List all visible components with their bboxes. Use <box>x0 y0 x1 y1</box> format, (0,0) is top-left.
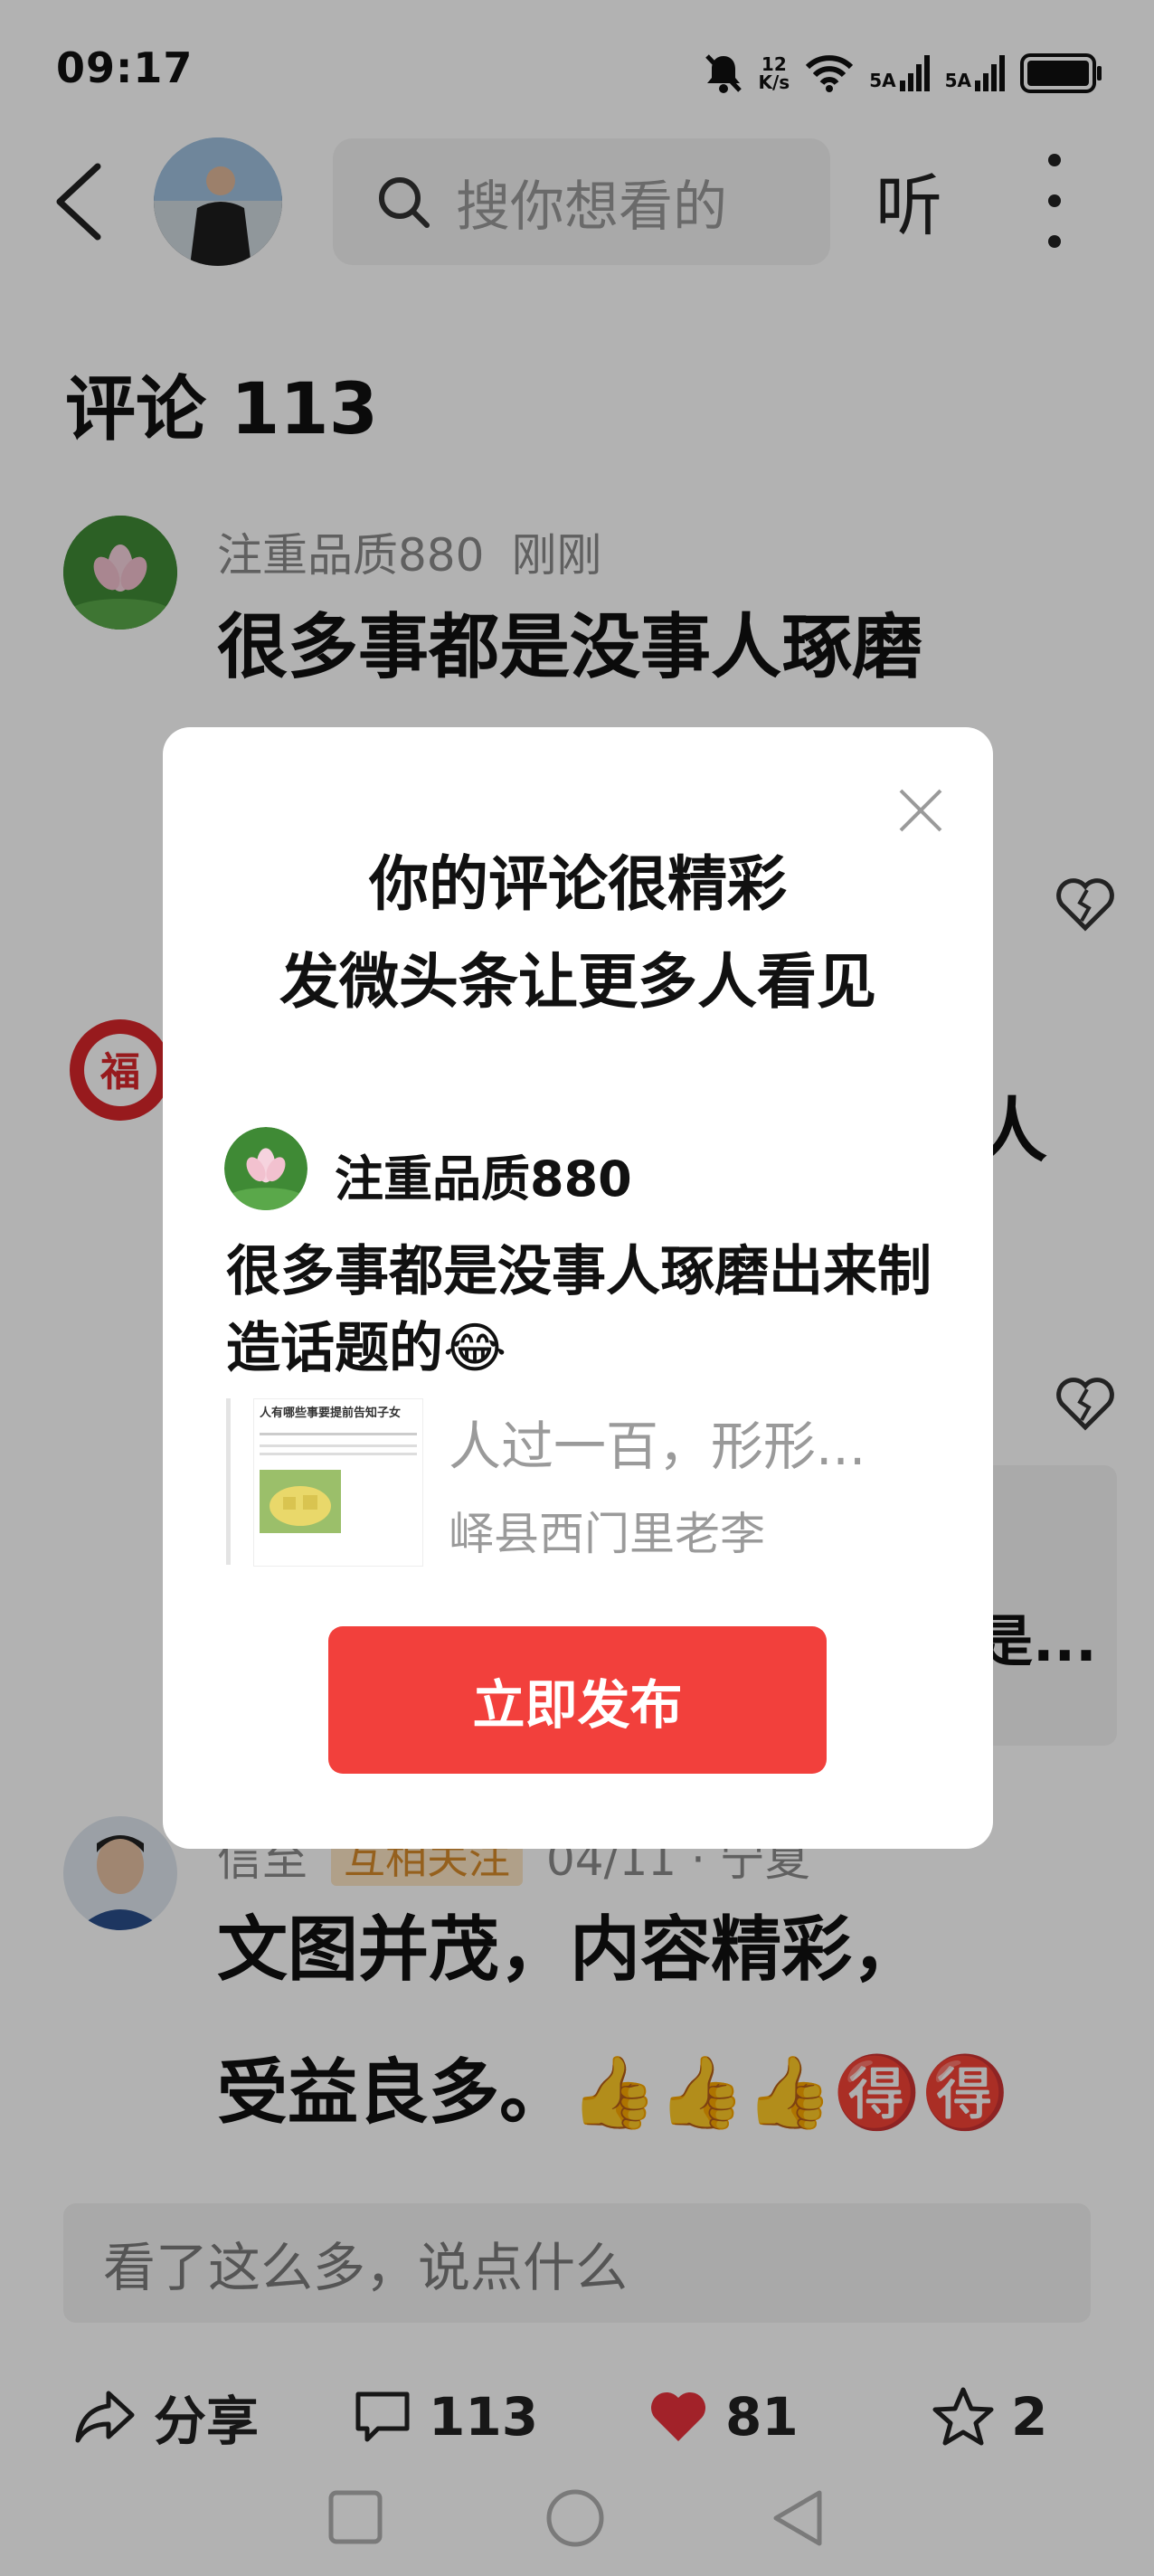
close-icon <box>899 789 942 832</box>
user-avatar <box>224 1127 307 1210</box>
thumbnail-caption: 人有哪些事要提前告知子女 <box>260 1406 402 1420</box>
quote-divider <box>226 1398 231 1565</box>
publish-now-button[interactable]: 立即发布 <box>328 1626 827 1774</box>
dialog-title-line2: 发微头条让更多人看见 <box>279 947 876 1017</box>
system-nav-bar <box>0 2478 1154 2576</box>
article-thumbnail: 人有哪些事要提前告知子女 <box>253 1398 423 1567</box>
quoted-article-author: 峄县西门里老李 <box>449 1508 765 1560</box>
recent-apps-icon[interactable] <box>327 2489 383 2545</box>
comment-preview: 很多事都是没事人琢磨出来制造话题的😂 <box>226 1240 932 1381</box>
home-icon[interactable] <box>544 2487 606 2549</box>
food-photo-icon <box>260 1470 341 1533</box>
back-triangle-icon[interactable] <box>769 2487 827 2549</box>
dialog-title-line1: 你的评论很精彩 <box>369 849 787 919</box>
quoted-article-title: 人过一百，形形... <box>449 1416 866 1477</box>
user-name: 注重品质880 <box>335 1151 632 1208</box>
publish-dialog: 你的评论很精彩 发微头条让更多人看见 注重品质880 很多事都是没事人琢磨出来制… <box>163 727 993 1849</box>
lotus-icon <box>224 1127 307 1210</box>
close-button[interactable] <box>894 783 948 838</box>
